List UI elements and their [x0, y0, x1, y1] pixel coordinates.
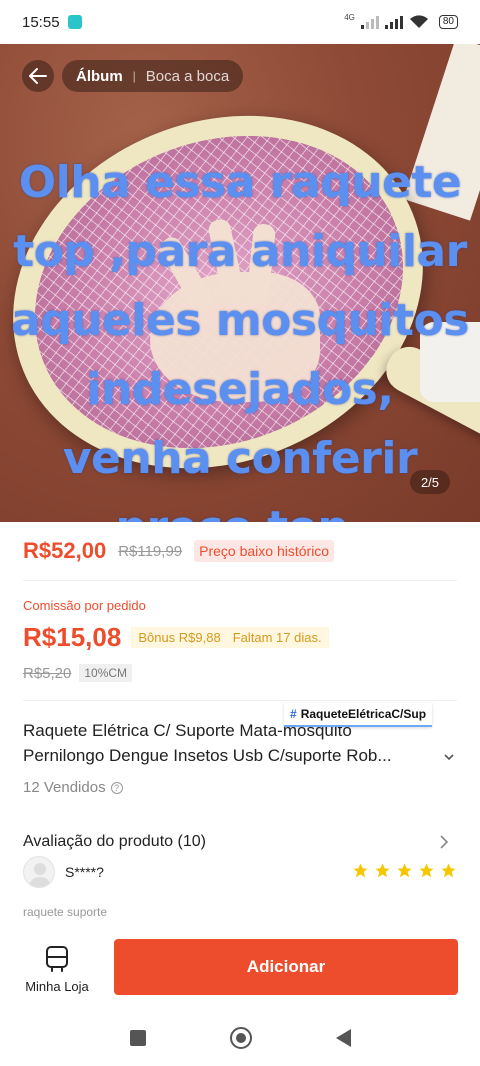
avatar — [23, 856, 55, 888]
hashtag-icon: # — [290, 707, 297, 721]
signal-icon-secondary — [384, 15, 403, 29]
old-commission: R$5,20 — [23, 664, 72, 682]
store-icon — [46, 946, 68, 972]
review-item: S****? — [23, 856, 104, 888]
product-title-line: Pernilongo Dengue Insetos Usb C/suporte … — [23, 746, 392, 765]
image-page-counter: 2/5 — [410, 470, 450, 494]
battery-icon: 80 — [438, 15, 458, 29]
recent-apps-button[interactable] — [129, 1030, 146, 1046]
star-icon — [419, 863, 434, 878]
app-notification-icon — [67, 15, 82, 29]
sold-count-row: 12 Vendidos ? — [23, 779, 123, 796]
star-icon — [353, 863, 368, 878]
add-button[interactable]: Adicionar — [114, 939, 458, 995]
rating-stars — [352, 862, 457, 879]
commission-rate-row: R$5,20 10%CM — [23, 664, 133, 682]
home-button[interactable] — [229, 1027, 252, 1049]
gallery-top-nav: Álbum | Boca a boca — [22, 60, 244, 92]
chevron-right-icon[interactable] — [437, 834, 451, 850]
star-icon — [375, 863, 390, 878]
reviewer-name: S****? — [65, 864, 104, 880]
help-icon[interactable]: ? — [110, 781, 123, 794]
tab-boca-a-boca[interactable]: Boca a boca — [146, 68, 229, 85]
divider — [23, 700, 457, 701]
bonus-deadline: Faltam 17 dias. — [232, 630, 322, 645]
network-type-label: 4G — [344, 12, 355, 22]
price-row: R$52,00 R$119,99 Preço baixo histórico — [23, 538, 335, 564]
bonus-amount: Bônus R$9,88 — [138, 630, 221, 645]
signal-icon — [360, 15, 379, 29]
gallery-tabs: Álbum | Boca a boca — [62, 60, 244, 92]
image-overlay-caption: Olha essa raquete top ,para aniquilar aq… — [11, 157, 469, 522]
hashtag-label: RaqueteElétricaC/Sup — [300, 707, 427, 721]
product-image-gallery[interactable]: Olha essa raquete top ,para aniquilar aq… — [0, 44, 480, 522]
tab-separator: | — [132, 69, 136, 83]
commission-rate-tag: 10%CM — [79, 664, 133, 682]
tab-album[interactable]: Álbum — [76, 68, 123, 85]
current-price: R$52,00 — [23, 538, 107, 563]
status-time: 15:55 — [22, 13, 60, 31]
chevron-down-icon[interactable] — [442, 750, 456, 764]
home-dot-icon — [235, 1033, 246, 1043]
wifi-icon — [409, 15, 428, 28]
divider — [23, 580, 457, 581]
lowest-price-tag: Preço baixo histórico — [194, 540, 335, 562]
review-snippet: raquete suporte — [23, 905, 108, 919]
bonus-tag: Bônus R$9,88 Faltam 17 dias. — [131, 627, 329, 648]
hashtag-chip[interactable]: # RaqueteElétricaC/Sup — [284, 703, 433, 727]
sold-count: 12 Vendidos — [23, 779, 106, 796]
system-nav-bar — [0, 1010, 480, 1066]
commission-value: R$15,08 — [23, 622, 122, 652]
status-bar: 15:55 4G 80 — [0, 0, 480, 44]
star-icon — [397, 863, 412, 878]
my-store-label: Minha Loja — [25, 979, 89, 994]
commission-row: R$15,08 Bônus R$9,88 Faltam 17 dias. — [23, 622, 329, 653]
commission-label: Comissão por pedido — [23, 598, 146, 613]
status-indicators: 4G 80 — [344, 12, 458, 29]
back-arrow-icon — [29, 68, 47, 84]
back-button[interactable] — [22, 60, 54, 92]
system-back-button[interactable] — [335, 1029, 351, 1047]
reviews-title[interactable]: Avaliação do produto (10) — [23, 833, 206, 851]
my-store-button[interactable]: Minha Loja — [20, 945, 94, 994]
original-price: R$119,99 — [118, 542, 183, 560]
star-icon — [441, 863, 456, 878]
